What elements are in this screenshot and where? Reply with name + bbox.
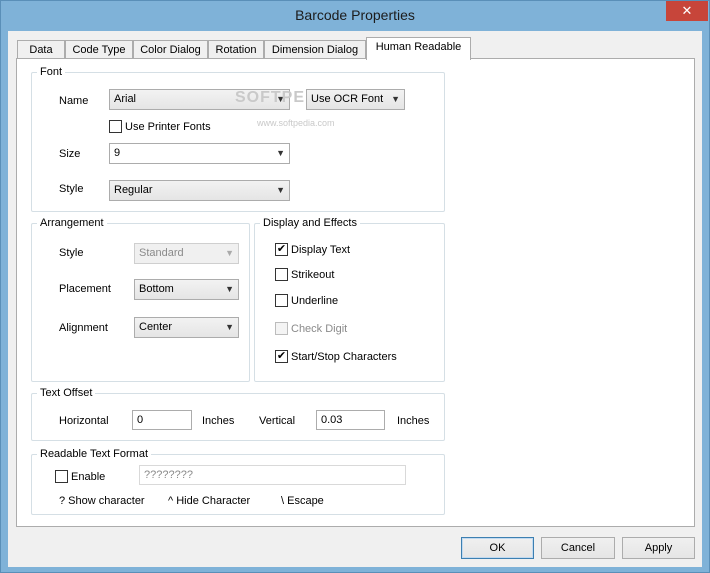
arrangement-style-label: Style	[59, 247, 84, 259]
check-icon: ✔	[276, 243, 287, 255]
display-text-checkbox[interactable]: ✔	[275, 243, 288, 256]
check-digit-checkbox[interactable]	[275, 322, 288, 335]
hint-show-character: ? Show character	[59, 495, 145, 507]
alignment-value: Center	[139, 321, 173, 333]
display-effects-group-title: Display and Effects	[260, 217, 360, 230]
font-style-label: Style	[59, 183, 84, 195]
font-size-label: Size	[59, 148, 81, 160]
chevron-down-icon: ▼	[276, 148, 285, 158]
window-title: Barcode Properties	[295, 7, 415, 23]
start-stop-characters-label: Start/Stop Characters	[291, 351, 397, 363]
ok-button[interactable]: OK	[461, 537, 534, 559]
check-digit-label: Check Digit	[291, 323, 348, 335]
enable-format-label: Enable	[71, 471, 106, 483]
enable-format-checkbox[interactable]	[55, 470, 68, 483]
horizontal-offset-input[interactable]: 0	[132, 410, 192, 430]
tab-color-dialog[interactable]: Color Dialog	[133, 40, 208, 60]
font-style-select[interactable]: Regular ▼	[109, 180, 290, 201]
vertical-unit-label: Inches	[397, 415, 430, 427]
font-style-value: Regular	[114, 184, 153, 196]
placement-value: Bottom	[139, 283, 174, 295]
font-name-label: Name	[59, 95, 89, 107]
placement-label: Placement	[59, 283, 111, 295]
human-readable-panel: Font Name Arial ▼ SOFTPEDIA www.softpedi…	[16, 58, 695, 527]
arrangement-group-title: Arrangement	[37, 217, 107, 230]
arrangement-style-value: Standard	[139, 247, 184, 259]
horizontal-offset-label: Horizontal	[59, 415, 109, 427]
use-printer-fonts-checkbox[interactable]	[109, 120, 122, 133]
close-icon: ✕	[681, 3, 693, 18]
arrangement-style-select[interactable]: Standard ▼	[134, 243, 239, 264]
chevron-down-icon: ▼	[225, 248, 234, 258]
readable-text-format-title: Readable Text Format	[37, 448, 152, 461]
use-ocr-font-label: Use OCR Font	[311, 93, 384, 105]
start-stop-characters-checkbox[interactable]: ✔	[275, 350, 288, 363]
hint-escape: \ Escape	[281, 495, 324, 507]
title-bar[interactable]: Barcode Properties ✕	[1, 1, 709, 31]
horizontal-unit-label: Inches	[202, 415, 235, 427]
hint-hide-character: ^ Hide Character	[168, 495, 251, 507]
chevron-down-icon: ▼	[391, 94, 400, 104]
tab-human-readable[interactable]: Human Readable	[366, 37, 471, 60]
strikeout-checkbox[interactable]	[275, 268, 288, 281]
display-text-label: Display Text	[291, 244, 351, 256]
chevron-down-icon: ▼	[225, 284, 234, 294]
strikeout-label: Strikeout	[291, 269, 335, 281]
apply-button[interactable]: Apply	[622, 537, 695, 559]
vertical-offset-label: Vertical	[259, 415, 296, 427]
tab-data[interactable]: Data	[17, 40, 65, 60]
close-button[interactable]: ✕	[666, 1, 708, 21]
check-icon: ✔	[276, 350, 287, 362]
use-printer-fonts-label: Use Printer Fonts	[125, 121, 211, 133]
format-pattern-input[interactable]: ????????	[139, 465, 406, 485]
use-ocr-font-button[interactable]: Use OCR Font ▼	[306, 89, 405, 110]
watermark-url: www.softpedia.com	[257, 118, 335, 128]
font-size-select[interactable]: 9 ▼	[109, 143, 290, 164]
alignment-label: Alignment	[59, 322, 108, 334]
font-size-value: 9	[114, 147, 121, 159]
dialog-client-area: Data Code Type Color Dialog Rotation Dim…	[8, 31, 702, 567]
alignment-select[interactable]: Center ▼	[134, 317, 239, 338]
tab-rotation[interactable]: Rotation	[208, 40, 264, 60]
tab-code-type[interactable]: Code Type	[65, 40, 133, 60]
cancel-button[interactable]: Cancel	[541, 537, 615, 559]
underline-label: Underline	[291, 295, 339, 307]
barcode-properties-window: Barcode Properties ✕ Data Code Type Colo…	[0, 0, 710, 573]
chevron-down-icon: ▼	[225, 322, 234, 332]
underline-checkbox[interactable]	[275, 294, 288, 307]
font-name-value: Arial	[114, 93, 137, 105]
tab-dimension-dialog[interactable]: Dimension Dialog	[264, 40, 366, 60]
vertical-offset-input[interactable]: 0.03	[316, 410, 385, 430]
placement-select[interactable]: Bottom ▼	[134, 279, 239, 300]
text-offset-group-title: Text Offset	[37, 387, 96, 400]
font-group-title: Font	[37, 66, 66, 79]
chevron-down-icon: ▼	[276, 185, 285, 195]
